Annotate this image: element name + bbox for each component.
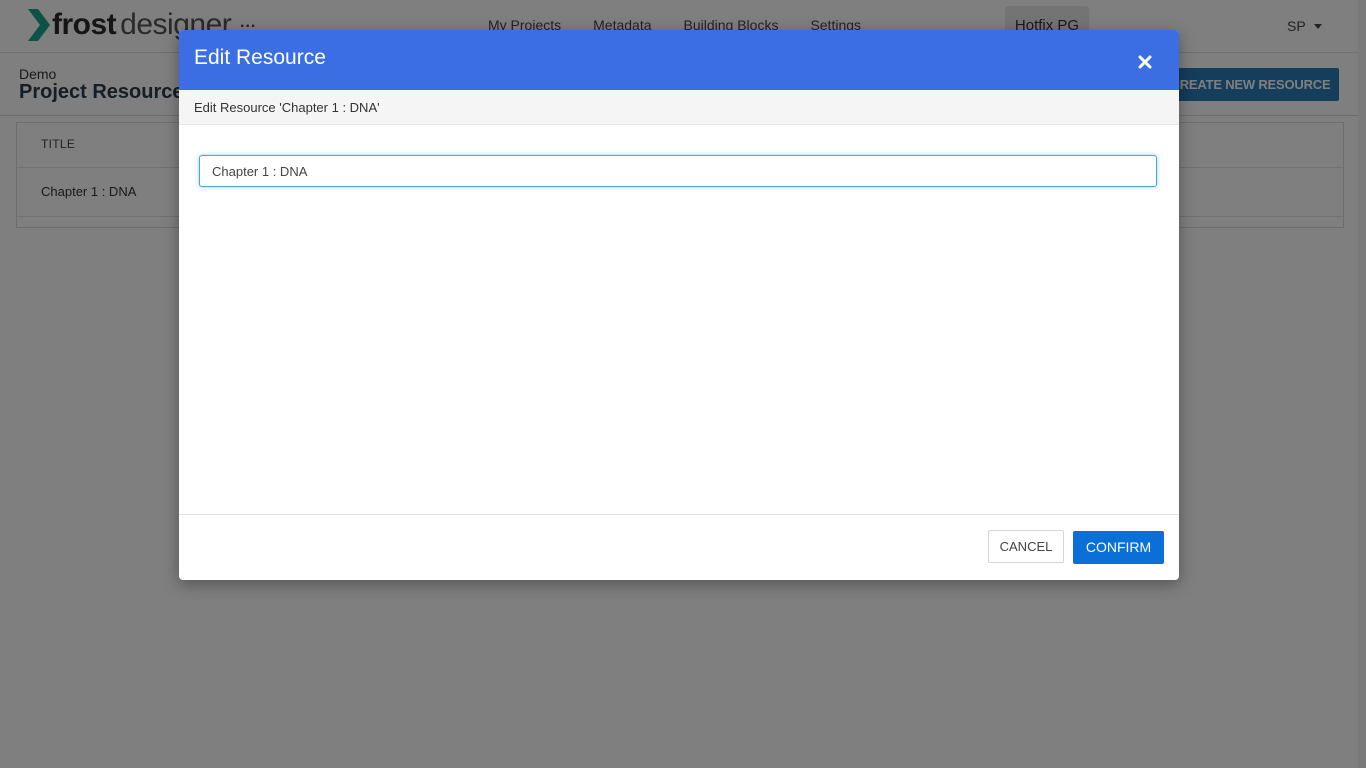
dialog-title: Edit Resource [194, 46, 326, 69]
divider [179, 514, 1179, 515]
confirm-button[interactable]: CONFIRM [1073, 531, 1164, 564]
cancel-button[interactable]: CANCEL [988, 530, 1064, 563]
resource-name-input[interactable] [199, 155, 1157, 187]
edit-resource-dialog: Edit Resource Edit Resource 'Chapter 1 :… [179, 30, 1179, 580]
close-icon[interactable] [1131, 48, 1159, 76]
dialog-header: Edit Resource [179, 30, 1179, 90]
dialog-subtitle: Edit Resource 'Chapter 1 : DNA' [194, 100, 380, 115]
dialog-subtitle-bar: Edit Resource 'Chapter 1 : DNA' [179, 90, 1179, 125]
